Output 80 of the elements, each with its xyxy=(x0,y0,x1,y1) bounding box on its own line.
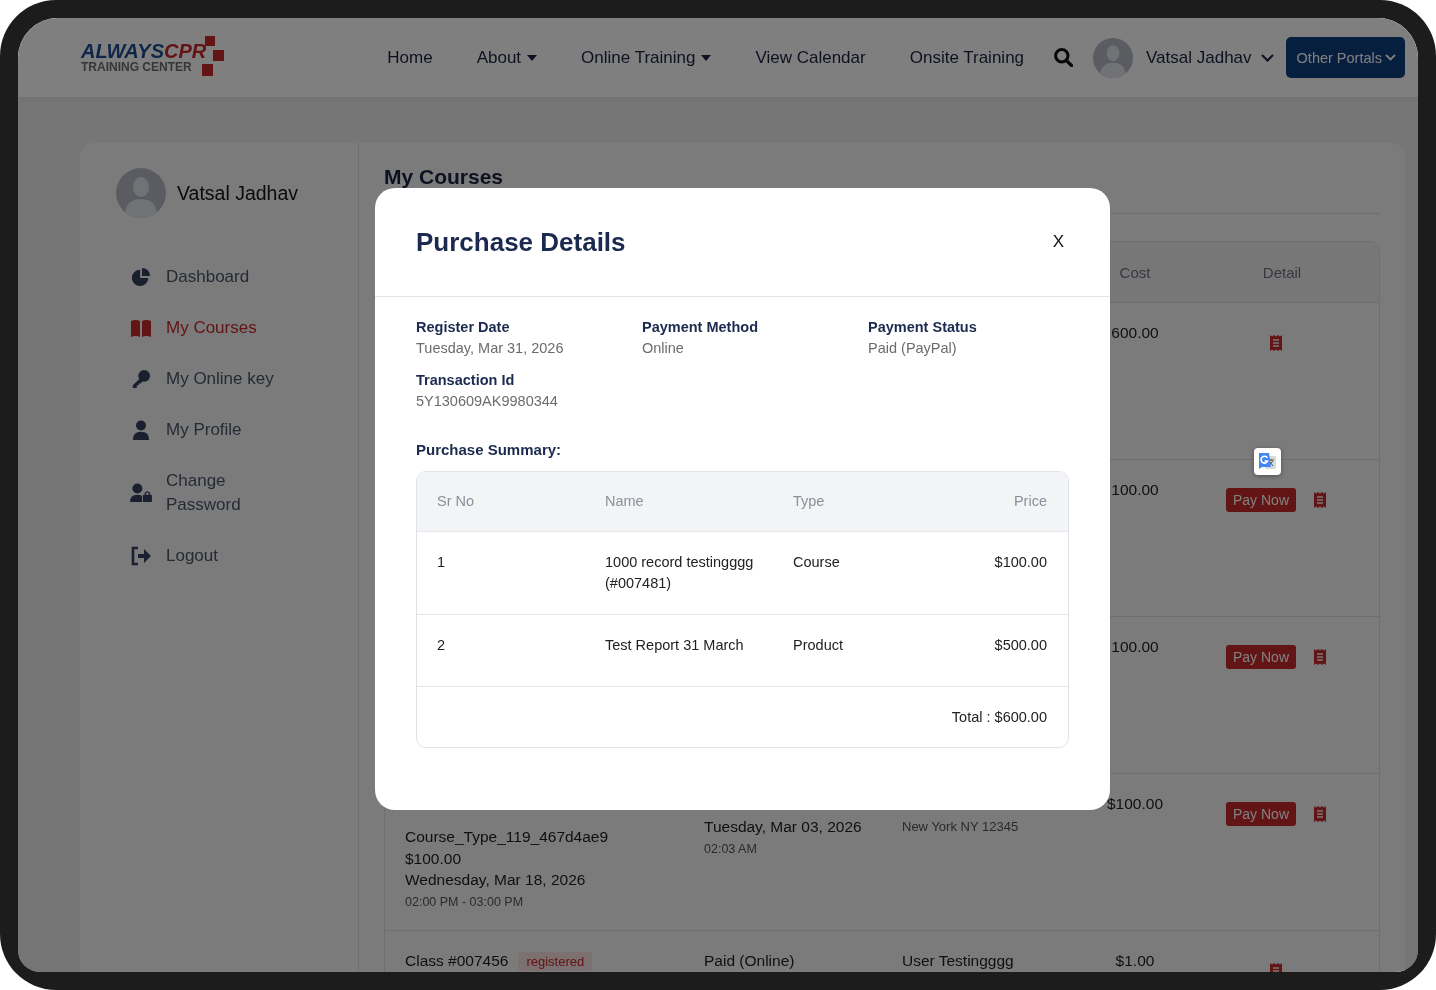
status-badge: registered xyxy=(518,951,593,971)
user-icon xyxy=(130,419,152,440)
field-label: Transaction Id xyxy=(416,371,516,390)
course-date: Wednesday, Mar 18, 2026 xyxy=(405,870,586,890)
field-value: 5Y130609AK9980344 xyxy=(416,392,559,411)
modal-title: Purchase Details xyxy=(416,226,626,258)
sidebar-item[interactable]: My Online key xyxy=(116,353,358,404)
cost-value: 100.00 xyxy=(1111,481,1159,498)
table-cell-text: 1000 record testingggg (#007481) xyxy=(605,553,755,593)
payment-date: Tuesday, Mar 03, 2026 xyxy=(704,818,862,835)
table-cell-text: Product xyxy=(793,636,844,655)
sidebar-item[interactable]: My Courses xyxy=(116,302,358,353)
user-avatar xyxy=(1093,37,1134,78)
column-header: Price xyxy=(1012,492,1047,511)
address-text: New York NY 12345 xyxy=(902,819,1019,834)
column-header: Cost xyxy=(1118,263,1152,281)
other-portals-button[interactable]: Other Portals xyxy=(1285,37,1405,78)
field-value: Paid (PayPal) xyxy=(868,339,958,358)
cost-value: 100.00 xyxy=(1111,638,1159,655)
caret-icon xyxy=(527,54,538,61)
table-cell-text: 2 xyxy=(437,636,447,655)
field-label: Register Date xyxy=(416,318,511,337)
receipt-icon[interactable] xyxy=(1314,806,1326,822)
nav-link[interactable]: Onsite Training xyxy=(909,47,1025,68)
nav-link[interactable]: Online Training xyxy=(581,47,712,68)
sidebar-item[interactable]: My Profile xyxy=(116,404,358,455)
cost-value: 600.00 xyxy=(1111,324,1159,341)
table-cell-text: $100.00 xyxy=(993,553,1047,572)
sidebar-item[interactable]: Dashboard xyxy=(116,251,358,302)
table-cell-text: Course xyxy=(793,553,841,572)
class-name: Class #007456 xyxy=(405,952,509,970)
sidebar-item[interactable]: Logout xyxy=(116,530,358,581)
nav-link[interactable]: Home xyxy=(387,47,433,68)
table-cell-text: 1 xyxy=(437,553,447,572)
profile-name: Vatsal Jadhav xyxy=(177,181,299,205)
summary-title: Purchase Summary: xyxy=(416,440,563,460)
payment-time: 02:03 AM xyxy=(704,842,757,856)
receipt-icon[interactable] xyxy=(1270,335,1282,351)
search-icon[interactable] xyxy=(1054,48,1074,67)
caret-icon xyxy=(701,54,712,61)
translate-icon[interactable] xyxy=(1254,448,1281,475)
field-label: Payment Status xyxy=(868,318,978,337)
pie-chart-icon xyxy=(130,266,152,287)
book-icon xyxy=(130,317,152,338)
nav-link[interactable]: View Calendar xyxy=(755,47,866,68)
table-cell-text: Test Report 31 March xyxy=(605,636,745,655)
pay-now-button[interactable]: Pay Now xyxy=(1226,488,1296,512)
chevron-down-icon xyxy=(1260,53,1274,62)
field-label: Payment Method xyxy=(642,318,759,337)
key-icon xyxy=(130,368,152,389)
sidebar-item[interactable]: Change Password xyxy=(116,455,358,530)
receipt-icon[interactable] xyxy=(1314,649,1326,665)
logo-tagline: TRAINING CENTER xyxy=(81,61,193,74)
cost-value: $1.00 xyxy=(1115,952,1155,969)
total-text: Total : $600.00 xyxy=(951,709,1047,725)
close-button[interactable]: X xyxy=(1052,232,1064,252)
payment-status: Paid (Online) xyxy=(704,952,795,970)
logo-wordmark[interactable]: ALWAYSCPR xyxy=(81,41,207,61)
logout-icon xyxy=(130,545,152,566)
pay-now-button[interactable]: Pay Now xyxy=(1226,645,1296,669)
page-title: My Courses xyxy=(384,167,505,187)
field-value: Online xyxy=(642,339,685,358)
receipt-icon[interactable] xyxy=(1314,492,1326,508)
course-name: Course_Type_119_467d4ae9 xyxy=(405,827,609,847)
user-name: User Testingggg xyxy=(902,952,1014,970)
table-cell-text: $500.00 xyxy=(993,636,1047,655)
nav-link[interactable]: About xyxy=(476,47,538,68)
chevron-down-icon xyxy=(1385,54,1396,61)
column-header: Sr No xyxy=(437,492,476,511)
column-header: Type xyxy=(793,492,826,511)
user-lock-icon xyxy=(130,482,152,503)
field-value: Tuesday, Mar 31, 2026 xyxy=(416,339,565,358)
user-menu[interactable]: Vatsal Jadhav xyxy=(1146,47,1274,68)
profile-avatar xyxy=(116,168,166,218)
column-header: Detail xyxy=(1261,263,1303,281)
course-time: 02:00 PM - 03:00 PM xyxy=(405,893,524,911)
pay-now-button[interactable]: Pay Now xyxy=(1226,802,1296,826)
course-price: $100.00 xyxy=(405,848,462,869)
column-header: Name xyxy=(605,492,645,511)
cost-value: $100.00 xyxy=(1107,795,1163,812)
